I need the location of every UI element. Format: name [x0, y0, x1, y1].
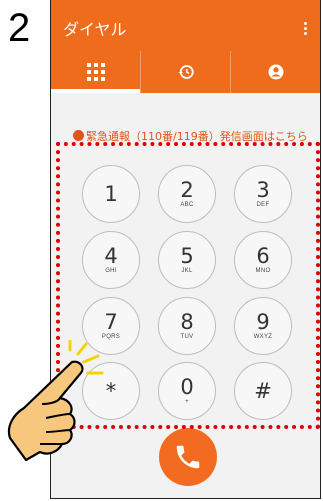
- tab-dialpad[interactable]: [51, 51, 141, 93]
- key-digit: 6: [256, 244, 270, 268]
- key-letters: JKL: [181, 268, 193, 274]
- key-digit: 7: [104, 310, 118, 334]
- key-6[interactable]: 6 MNO: [234, 231, 292, 289]
- tab-bar: [51, 51, 320, 93]
- key-2[interactable]: 2 ABC: [158, 165, 216, 223]
- key-letters: WXYZ: [253, 334, 273, 340]
- app-bar: ダイヤル: [51, 0, 320, 51]
- key-digit: 0: [180, 375, 194, 399]
- key-letters: TUV: [180, 334, 194, 340]
- key-3[interactable]: 3 DEF: [234, 165, 292, 223]
- more-menu-icon[interactable]: [304, 22, 308, 36]
- key-digit: 1: [104, 182, 118, 206]
- key-1[interactable]: 1: [82, 165, 140, 223]
- key-digit: 2: [180, 178, 194, 202]
- phone-icon: [176, 445, 200, 469]
- key-digit: 9: [256, 310, 270, 334]
- dialpad-icon: [86, 63, 105, 81]
- key-digit: 8: [180, 310, 194, 334]
- key-hash[interactable]: #: [234, 362, 292, 420]
- key-5[interactable]: 5 JKL: [158, 231, 216, 289]
- key-digit: #: [254, 379, 272, 403]
- tab-history[interactable]: [141, 51, 231, 93]
- key-8[interactable]: 8 TUV: [158, 297, 216, 355]
- pointing-hand-icon: [7, 340, 104, 462]
- key-9[interactable]: 9 WXYZ: [234, 297, 292, 355]
- key-digit: 4: [104, 244, 118, 268]
- phone-badge-icon: [73, 130, 84, 141]
- key-letters: +: [185, 399, 189, 405]
- emergency-call-link[interactable]: 緊急通報（110番/119番）発信画面はこちら: [73, 128, 308, 144]
- key-4[interactable]: 4 GHI: [82, 231, 140, 289]
- history-icon: [178, 65, 194, 79]
- step-number: 2: [8, 6, 31, 50]
- contacts-icon: [268, 64, 283, 80]
- key-letters: MNO: [255, 268, 271, 274]
- emergency-call-label: 緊急通報（110番/119番）発信画面はこちら: [86, 130, 308, 143]
- key-letters: GHI: [105, 268, 117, 274]
- call-button[interactable]: [159, 428, 217, 486]
- key-digit: 5: [180, 244, 194, 268]
- key-0[interactable]: 0 +: [158, 362, 216, 420]
- key-digit: 3: [256, 178, 270, 202]
- tab-contacts[interactable]: [231, 51, 320, 93]
- key-letters: ABC: [180, 202, 194, 208]
- app-title: ダイヤル: [63, 20, 127, 39]
- key-letters: DEF: [256, 202, 270, 208]
